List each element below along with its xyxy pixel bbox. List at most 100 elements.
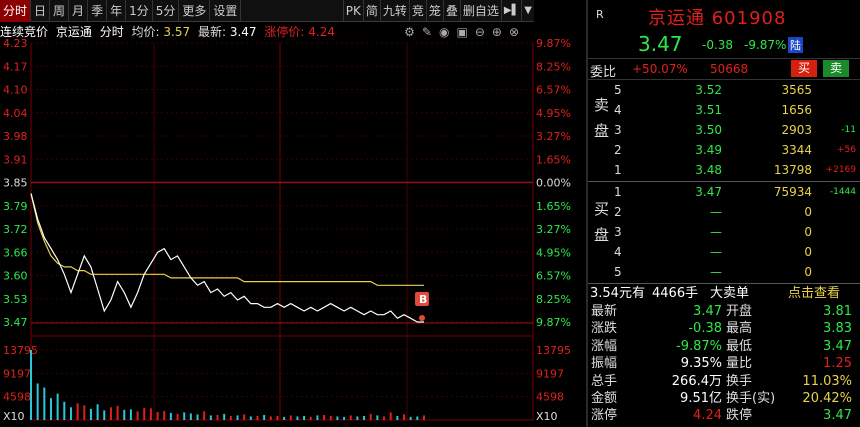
stat-label: 涨停 bbox=[591, 408, 618, 424]
stat-value: -0.38 bbox=[688, 321, 722, 337]
volume-tick-label-right: 13795 bbox=[536, 344, 571, 357]
bid-level: 5 bbox=[614, 265, 622, 279]
ask-change: +56 bbox=[837, 145, 856, 155]
stat-value: 1.25 bbox=[823, 356, 852, 372]
ask-change: -11 bbox=[841, 125, 856, 135]
right-tick-label: 8.25% bbox=[536, 60, 571, 73]
order-ratio: 委比 +50.07% 50668 买 卖 bbox=[588, 58, 860, 80]
stats-row: 振幅 9.35% 量比 1.25 bbox=[588, 355, 860, 372]
stat-label: 金额 bbox=[591, 390, 618, 406]
avg-price-line bbox=[30, 193, 424, 286]
right-tick-label: 1.65% bbox=[536, 200, 571, 213]
stat-value: 3.83 bbox=[823, 321, 852, 337]
stats-row: 最新 3.47 开盘 3.81 bbox=[588, 303, 860, 320]
ask-row[interactable]: 3 3.50 2903 -11 bbox=[588, 120, 860, 140]
stat-value: 3.47 bbox=[823, 408, 852, 424]
stock-name: 京运通 bbox=[648, 8, 705, 29]
ask-price: 3.49 bbox=[695, 143, 722, 157]
ask-price: 3.51 bbox=[695, 103, 722, 117]
left-tick-label: 3.53 bbox=[3, 293, 28, 306]
ratio-diff: 50668 bbox=[710, 62, 749, 76]
right-tick-label: 4.95% bbox=[536, 246, 571, 259]
ask-row[interactable]: 1 3.48 13798 +2169 bbox=[588, 160, 860, 180]
bid-price: — bbox=[710, 205, 722, 219]
stat-value: 3.47 bbox=[693, 304, 722, 319]
bid-book: 买 盘 1 3.47 75934 -1444 2—0 3—0 4—0 5—0 bbox=[588, 181, 860, 281]
ask-level: 3 bbox=[614, 123, 622, 137]
ask-price: 3.52 bbox=[695, 83, 722, 97]
big-order-price: 3.54元有 bbox=[590, 286, 645, 301]
ask-level: 5 bbox=[614, 83, 622, 97]
right-tick-label: 9.87% bbox=[536, 37, 571, 50]
price-change-pct: -9.87% bbox=[744, 38, 787, 52]
market-badge: 陆 bbox=[788, 37, 803, 53]
bid-row[interactable]: 2 — 0 bbox=[588, 202, 860, 222]
ask-level: 1 bbox=[614, 163, 622, 177]
ask-level: 2 bbox=[614, 143, 622, 157]
bid-row[interactable]: 1 3.47 75934 -1444 bbox=[588, 182, 860, 202]
stat-label: 振幅 bbox=[591, 356, 618, 372]
stat-value: 20.42% bbox=[802, 390, 852, 406]
ask-book: 卖 盘 5 3.52 3565 4 3.51 1656 3 3.50 2903 -11 2 3.49 3… bbox=[588, 79, 860, 179]
ask-row[interactable]: 4 3.51 1656 bbox=[588, 100, 860, 120]
stats-row: 总手 266.4万 换手 11.03% bbox=[588, 373, 860, 390]
volume-tick-label: 4598 bbox=[3, 391, 31, 404]
ask-row[interactable]: 2 3.49 3344 +56 bbox=[588, 140, 860, 160]
bid-level: 2 bbox=[614, 205, 622, 219]
stat-value: 3.47 bbox=[823, 338, 852, 354]
current-price: 3.47 bbox=[638, 32, 683, 56]
bid-row[interactable]: 4 — 0 bbox=[588, 242, 860, 262]
bid-row[interactable]: 5 — 0 bbox=[588, 262, 860, 282]
ask-row[interactable]: 5 3.52 3565 bbox=[588, 80, 860, 100]
stat-label: 开盘 bbox=[726, 304, 753, 319]
left-tick-label: 3.79 bbox=[3, 200, 28, 213]
left-tick-label: 3.72 bbox=[3, 223, 28, 236]
big-order-hands: 4466手 bbox=[652, 286, 699, 301]
ratio-pct: +50.07% bbox=[632, 62, 688, 76]
quote-panel: R 京运通 601908 3.47 -0.38 -9.87% 陆 委比 +50.… bbox=[588, 0, 860, 427]
price-line bbox=[30, 193, 424, 323]
buy-button[interactable]: 买 bbox=[791, 60, 817, 77]
left-tick-label: 3.66 bbox=[3, 246, 28, 259]
big-order-bar: 3.54元有 4466手 大卖单 点击查看 bbox=[588, 283, 860, 303]
left-tick-label: 4.04 bbox=[3, 107, 28, 120]
buy-marker-dot bbox=[419, 315, 425, 321]
left-tick-label: 3.98 bbox=[3, 130, 28, 143]
volume-tick-label: 9197 bbox=[3, 367, 31, 380]
stat-label: 最高 bbox=[726, 321, 753, 337]
left-tick-label: 3.85 bbox=[3, 177, 28, 190]
right-tick-label: 8.25% bbox=[536, 293, 571, 306]
bid-change: -1444 bbox=[829, 187, 856, 197]
ask-volume: 13798 bbox=[773, 163, 812, 177]
stock-title: 京运通 601908 bbox=[648, 4, 786, 30]
volume-tick-label-right: 4598 bbox=[536, 391, 564, 404]
stat-label: 最新 bbox=[591, 304, 618, 319]
left-tick-label: 4.23 bbox=[3, 37, 28, 50]
stat-label: 量比 bbox=[726, 356, 753, 372]
right-tick-label: 3.27% bbox=[536, 130, 571, 143]
stat-value: 9.35% bbox=[680, 356, 722, 372]
right-tick-label: 3.27% bbox=[536, 223, 571, 236]
bid-level: 4 bbox=[614, 245, 622, 259]
big-order-label: 大卖单 bbox=[710, 286, 750, 301]
stat-label: 换手(实) bbox=[726, 390, 776, 406]
bid-row[interactable]: 3 — 0 bbox=[588, 222, 860, 242]
stat-value: 9.51亿 bbox=[680, 390, 722, 406]
stock-code: 601908 bbox=[711, 8, 787, 29]
stat-label: 涨跌 bbox=[591, 321, 618, 337]
right-tick-label: 1.65% bbox=[536, 153, 571, 166]
stats-row: 涨停 4.24 跌停 3.47 bbox=[588, 407, 860, 424]
left-tick-label: 4.10 bbox=[3, 84, 28, 97]
sell-button[interactable]: 卖 bbox=[823, 60, 849, 77]
view-details-link[interactable]: 点击查看 bbox=[788, 284, 840, 304]
ask-change: +2169 bbox=[825, 165, 856, 175]
volume-unit-label-right: X10 bbox=[536, 410, 558, 423]
ask-volume: 3344 bbox=[781, 143, 812, 157]
bid-price: 3.47 bbox=[695, 185, 722, 199]
ask-volume: 1656 bbox=[781, 103, 812, 117]
stat-value: 3.81 bbox=[823, 304, 852, 319]
right-tick-label: 0.00% bbox=[536, 177, 571, 190]
right-tick-label: 4.95% bbox=[536, 107, 571, 120]
stats-table: 最新 3.47 开盘 3.81 涨跌 -0.38 最高 3.83 涨幅 -9.87% 最低 3.47 振… bbox=[588, 303, 860, 425]
stat-value: 266.4万 bbox=[671, 373, 722, 389]
